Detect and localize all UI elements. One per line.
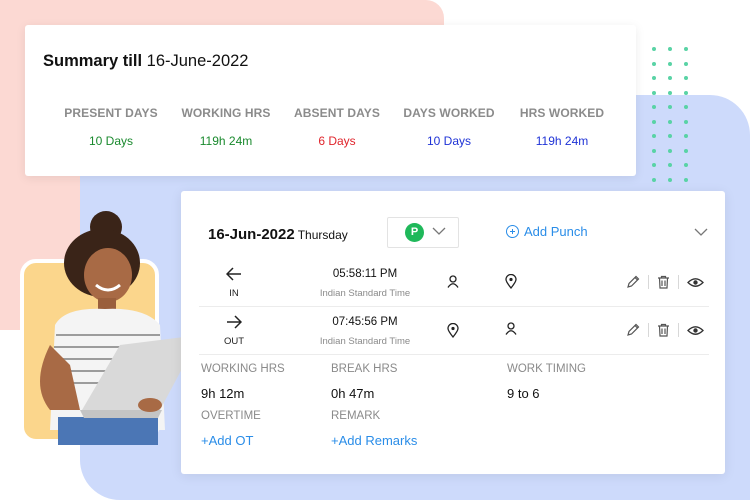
edit-pencil-icon[interactable] [626, 323, 640, 337]
work-timing-value: 9 to 6 [507, 386, 540, 401]
eye-icon[interactable] [687, 325, 704, 336]
stat-hrs-worked: HRS WORKED 119h 24m [519, 106, 605, 148]
working-hrs-value: 9h 12m [201, 386, 245, 401]
add-remarks-link[interactable]: +Add Remarks [331, 433, 417, 448]
present-status-badge: P [405, 223, 424, 242]
punch-direction-label: OUT [223, 336, 245, 347]
punch-timezone: Indian Standard Time [319, 288, 411, 299]
add-ot-link[interactable]: +Add OT [201, 433, 253, 448]
divider [678, 275, 679, 289]
punch-direction-label: IN [229, 288, 239, 299]
punch-time: 07:45:56 PM [332, 316, 398, 328]
user-icon[interactable] [505, 322, 517, 335]
break-hrs-label: BREAK HRS [331, 363, 398, 375]
punch-time: 05:58:11 PM [332, 268, 398, 280]
divider [678, 323, 679, 337]
person-with-laptop-illustration [40, 211, 200, 445]
working-hrs-label: WORKING HRS [201, 363, 285, 375]
punch-actions [626, 275, 704, 289]
status-dropdown[interactable]: P [387, 217, 459, 248]
arrow-right-icon [227, 315, 242, 329]
arrow-left-icon [226, 267, 241, 281]
decorative-dot-grid [652, 47, 690, 198]
add-circle-icon [506, 225, 519, 238]
attendance-card: 16-Jun-2022 Thursday P Add Punch IN 05:58… [181, 191, 725, 474]
trash-icon[interactable] [657, 323, 670, 337]
user-icon[interactable] [447, 275, 459, 288]
divider [648, 275, 649, 289]
punch-row-out: OUT 07:45:56 PM Indian Standard Time [199, 309, 709, 355]
remark-label: REMARK [331, 410, 381, 422]
punch-timezone: Indian Standard Time [319, 336, 411, 347]
expand-chevron-icon[interactable] [694, 228, 708, 237]
summary-title: Summary till 16-June-2022 [43, 52, 249, 70]
trash-icon[interactable] [657, 275, 670, 289]
summary-card: Summary till 16-June-2022 PRESENT DAYS 1… [25, 25, 636, 176]
divider [648, 323, 649, 337]
stat-days-worked: DAYS WORKED 10 Days [403, 106, 495, 148]
stat-working-hrs: WORKING HRS 119h 24m [181, 106, 271, 148]
stat-present-days: PRESENT DAYS 10 Days [64, 106, 158, 148]
work-timing-label: WORK TIMING [507, 363, 587, 375]
attendance-date: 16-Jun-2022 Thursday [208, 226, 348, 243]
chevron-down-icon [432, 227, 446, 235]
break-hrs-value: 0h 47m [331, 386, 375, 401]
overtime-label: OVERTIME [201, 410, 261, 422]
punch-row-in: IN 05:58:11 PM Indian Standard Time [199, 261, 709, 307]
location-pin-icon[interactable] [447, 323, 459, 338]
add-punch-button[interactable]: Add Punch [506, 224, 588, 239]
punch-actions [626, 323, 704, 337]
eye-icon[interactable] [687, 277, 704, 288]
summary-stats: PRESENT DAYS 10 Days WORKING HRS 119h 24… [25, 106, 636, 156]
stat-absent-days: ABSENT DAYS 6 Days [293, 106, 380, 148]
edit-pencil-icon[interactable] [626, 275, 640, 289]
location-pin-icon[interactable] [505, 274, 517, 289]
